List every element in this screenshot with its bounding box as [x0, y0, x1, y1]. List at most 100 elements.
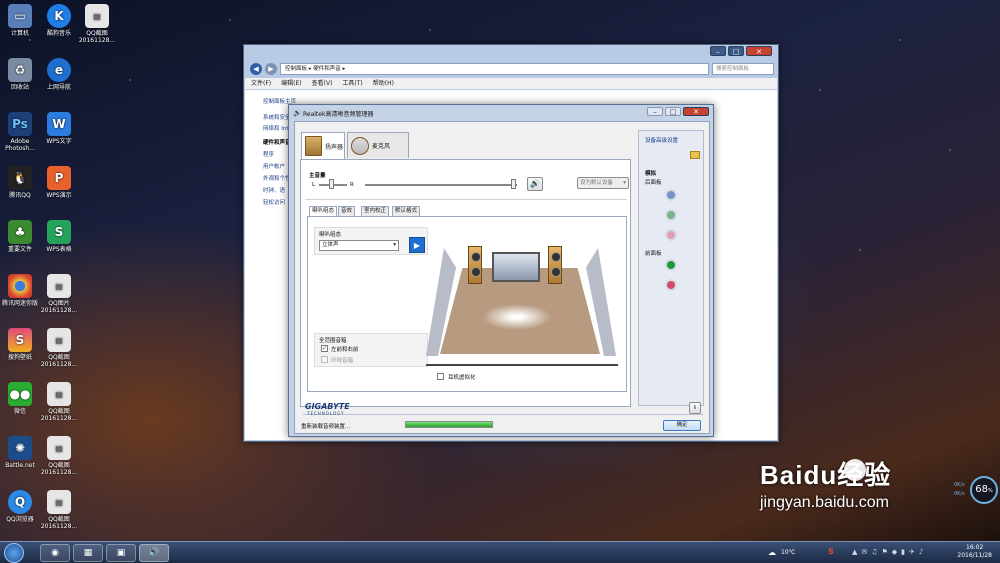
watermark-url: jingyan.baidu.com — [760, 494, 889, 511]
main-volume-label: 主音量 — [309, 173, 326, 179]
taskbar-qq-browser-icon[interactable]: ◉ — [40, 544, 70, 562]
speaker-config-select[interactable]: 立体声 ▾ — [319, 240, 399, 251]
desktop-icon-qq-screenshot-4[interactable]: ▤ QQ截图20161128... — [34, 490, 84, 530]
image-file-icon: ▤ — [47, 328, 71, 352]
wechat-icon: ●● — [8, 382, 32, 406]
front-lr-checkbox[interactable]: ✓ — [321, 345, 328, 352]
weather-icon[interactable]: ☁ — [768, 548, 776, 557]
loading-progress-bar — [405, 421, 493, 428]
nav-link-users[interactable]: 用户帐户 — [263, 162, 285, 170]
speaker-config-value: 立体声 — [322, 242, 339, 248]
volume-slider[interactable] — [365, 184, 517, 186]
dialog-maximize-button[interactable]: □ — [665, 107, 681, 116]
analog-label: 模拟 — [645, 171, 657, 177]
play-test-button[interactable]: ▶ — [409, 237, 425, 253]
dialog-close-button[interactable]: ✕ — [683, 107, 709, 116]
wps-presentation-icon: P — [47, 166, 71, 190]
fullrange-label: 全范围音箱 — [319, 338, 347, 344]
realtek-audio-manager-dialog: 🔊 Realtek高清晰音频管理器 – □ ✕ 扬声器 麦克风 主音量 L R … — [288, 104, 714, 437]
desktop-icon-wps-spreadsheet[interactable]: S WPS表格 — [34, 220, 84, 253]
wps-spreadsheet-icon: S — [47, 220, 71, 244]
minimize-button[interactable]: – — [710, 46, 726, 56]
device-advanced-label[interactable]: 设备高级设置 — [645, 136, 678, 144]
back-icon[interactable]: ◀ — [250, 63, 262, 75]
clock-date: 2016/11/28 — [957, 552, 992, 559]
volume-divider — [305, 199, 627, 200]
gauge-unit: % — [987, 488, 993, 494]
desktop-icon-wps-writer[interactable]: W WPS文字 — [34, 112, 84, 145]
nav-link-network[interactable]: 网络和 Int — [263, 124, 289, 132]
nav-link-hardware[interactable]: 硬件和声音 — [263, 138, 291, 146]
desktop-icon-qq-screenshot-5[interactable]: ▤ QQ截图20161128... — [72, 4, 122, 44]
floor-glow — [482, 304, 552, 330]
volume-slider-thumb[interactable] — [511, 179, 516, 189]
desktop-icon-qq-screenshot-2[interactable]: ▤ QQ截图20161128... — [34, 382, 84, 422]
jack-front-pink-icon[interactable] — [665, 279, 677, 291]
taskbar-control-panel-icon[interactable]: ▣ — [106, 544, 136, 562]
folder-icon[interactable] — [690, 151, 700, 159]
dropdown-arrow-icon: ▾ — [623, 180, 626, 186]
desktop-icon-wps-presentation[interactable]: P WPS演示 — [34, 166, 84, 199]
dialog-title: Realtek高清晰音频管理器 — [303, 111, 374, 118]
tab-microphone[interactable]: 麦克风 — [347, 132, 409, 158]
chrome-icon — [8, 274, 32, 298]
taskbar-explorer-icon[interactable]: ▦ — [73, 544, 103, 562]
search-input[interactable]: 搜索控制面板 — [712, 63, 774, 75]
microphone-icon — [351, 136, 369, 155]
ie-icon: e — [47, 58, 71, 82]
close-button[interactable]: ✕ — [746, 46, 772, 56]
menu-edit[interactable]: 编辑(E) — [281, 78, 301, 89]
maximize-button[interactable]: □ — [728, 46, 744, 56]
start-button[interactable] — [4, 543, 24, 563]
image-file-icon: ▤ — [47, 274, 71, 298]
nav-link-access[interactable]: 轻松访问 — [263, 198, 285, 206]
desktop-icon-qq-screenshot-1[interactable]: ▤ QQ截图20161128... — [34, 328, 84, 368]
nav-link-programs[interactable]: 程序 — [263, 150, 274, 158]
jack-green-icon[interactable] — [665, 209, 677, 221]
ok-button[interactable]: 确定 — [663, 420, 701, 431]
set-default-device-button[interactable]: 设为默认设备 ▾ — [577, 177, 629, 189]
room-illustration — [426, 224, 618, 370]
menu-file[interactable]: 文件(F) — [251, 78, 271, 89]
menu-tools[interactable]: 工具(T) — [342, 78, 362, 89]
mute-button[interactable]: 🔊 — [527, 177, 543, 191]
headphone-virtual-checkbox[interactable] — [437, 373, 444, 380]
tab-speakers[interactable]: 扬声器 — [301, 132, 345, 159]
tree-icon: ♣ — [8, 220, 32, 244]
taskbar-realtek-icon[interactable]: 🔊 — [139, 544, 169, 562]
front-left-speaker-icon[interactable] — [468, 246, 482, 284]
subtab-effects[interactable]: 音效 — [338, 206, 356, 216]
jack-blue-icon[interactable] — [665, 189, 677, 201]
memory-gauge[interactable]: 68% — [970, 476, 998, 504]
sogou-ime-icon[interactable]: S — [828, 547, 834, 556]
subtab-default-format[interactable]: 默认格式 — [392, 206, 421, 216]
window-controls: – □ ✕ — [710, 46, 772, 56]
jack-pink-icon[interactable] — [665, 229, 677, 241]
front-right-speaker-icon[interactable] — [548, 246, 562, 284]
dialog-minimize-button[interactable]: – — [647, 107, 663, 116]
fullrange-group: 全范围音箱 ✓ 左前和右前 环绕音箱 — [314, 333, 428, 367]
qq-icon: 🐧 — [8, 166, 32, 190]
desktop-icon-internet-nav[interactable]: e 上网导航 — [34, 58, 84, 91]
gigabyte-logo-sub: TECHNOLOGY — [307, 411, 345, 416]
nav-link-system[interactable]: 系统和安全 — [263, 113, 291, 121]
address-field[interactable]: 控制面板 ▸ 硬件和声音 ▸ — [280, 63, 709, 75]
balance-slider-thumb[interactable] — [329, 179, 334, 189]
jack-front-green-icon[interactable] — [665, 259, 677, 271]
footer-divider — [303, 414, 703, 415]
desktop-icon-qq-image[interactable]: ▤ QQ图片20161128... — [34, 274, 84, 314]
menu-help[interactable]: 帮助(H) — [373, 78, 394, 89]
tray-icons[interactable]: ▲✉♫⚑◆▮✈♪ — [852, 548, 927, 556]
menu-view[interactable]: 查看(V) — [312, 78, 333, 89]
tab-speakers-label: 扬声器 — [325, 143, 344, 151]
desktop-icon-qq-screenshot-3[interactable]: ▤ QQ截图20161128... — [34, 436, 84, 476]
speaker-small-icon: 🔊 — [293, 109, 302, 117]
surround-checkbox[interactable] — [321, 356, 328, 363]
info-button[interactable]: i — [689, 402, 701, 414]
subtab-room-correction[interactable]: 室内校正 — [361, 206, 390, 216]
back-panel-label: 后面板 — [645, 180, 662, 186]
nav-link-clock[interactable]: 时钟、语 — [263, 186, 285, 194]
nav-link-appearance[interactable]: 外观和个性 — [263, 174, 291, 182]
clock[interactable]: 16:02 2016/11/28 — [957, 544, 992, 560]
forward-icon[interactable]: ▶ — [265, 63, 277, 75]
